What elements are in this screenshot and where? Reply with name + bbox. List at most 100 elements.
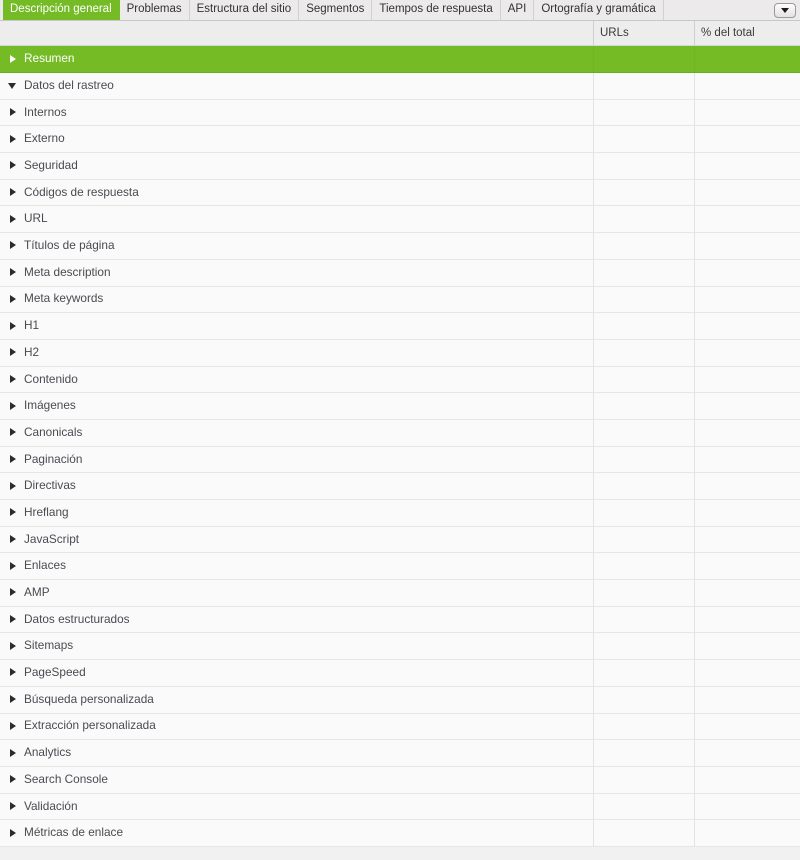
column-header-name[interactable] <box>0 21 594 45</box>
table-row[interactable]: Canonicals <box>0 419 800 447</box>
row-name-cell[interactable]: JavaScript <box>0 526 594 553</box>
table-row[interactable]: JavaScript <box>0 526 800 554</box>
table-row[interactable]: Externo <box>0 126 800 154</box>
table-row[interactable]: Validación <box>0 793 800 821</box>
table-row[interactable]: Resumen <box>0 46 800 73</box>
table-row[interactable]: Hreflang <box>0 500 800 527</box>
row-name-cell[interactable]: Seguridad <box>0 153 594 179</box>
tab-item-4[interactable]: Tiempos de respuesta <box>372 0 501 20</box>
row-name-cell[interactable]: Contenido <box>0 366 594 393</box>
triangle-right-icon[interactable] <box>8 187 19 198</box>
triangle-right-icon[interactable] <box>8 774 19 785</box>
triangle-right-icon[interactable] <box>8 641 19 652</box>
table-row[interactable]: AMP <box>0 580 800 607</box>
tab-item-1[interactable]: Problemas <box>119 0 190 20</box>
triangle-right-icon[interactable] <box>8 694 19 705</box>
table-row[interactable]: Meta description <box>0 259 800 287</box>
triangle-right-icon[interactable] <box>8 240 19 251</box>
triangle-down-icon[interactable] <box>8 80 19 91</box>
row-name-cell[interactable]: AMP <box>0 580 594 606</box>
row-name-cell[interactable]: Datos del rastreo <box>0 73 594 99</box>
triangle-right-icon[interactable] <box>8 427 19 438</box>
triangle-right-icon[interactable] <box>8 214 19 225</box>
table-row[interactable]: Datos estructurados <box>0 606 800 634</box>
table-row[interactable]: Títulos de página <box>0 233 800 260</box>
table-row[interactable]: Métricas de enlace <box>0 820 800 847</box>
row-name-cell[interactable]: H2 <box>0 339 594 366</box>
tab-item-2[interactable]: Estructura del sitio <box>189 0 300 20</box>
tab-item-5[interactable]: API <box>500 0 535 20</box>
triangle-right-icon[interactable] <box>8 587 19 598</box>
table-row[interactable]: Códigos de respuesta <box>0 179 800 207</box>
table-row[interactable]: URL <box>0 206 800 234</box>
table-row[interactable]: Búsqueda personalizada <box>0 686 800 714</box>
row-name-cell[interactable]: Códigos de respuesta <box>0 179 594 206</box>
tab-item-3[interactable]: Segmentos <box>299 0 373 20</box>
row-name-cell[interactable]: Paginación <box>0 446 594 473</box>
triangle-right-icon[interactable] <box>8 721 19 732</box>
row-name-cell[interactable]: Validación <box>0 793 594 820</box>
triangle-right-icon[interactable] <box>8 507 19 518</box>
triangle-right-icon[interactable] <box>8 828 19 839</box>
tab-item-6[interactable]: Ortografía y gramática <box>534 0 664 20</box>
row-name-cell[interactable]: Internos <box>0 99 594 126</box>
triangle-right-icon[interactable] <box>8 347 19 358</box>
table-row[interactable]: Paginación <box>0 446 800 474</box>
row-name-cell[interactable]: Sitemaps <box>0 633 594 660</box>
row-name-cell[interactable]: Búsqueda personalizada <box>0 686 594 713</box>
row-name-cell[interactable]: Extracción personalizada <box>0 713 594 740</box>
column-header-percent[interactable]: % del total <box>695 21 800 45</box>
row-name-cell[interactable]: Meta keywords <box>0 286 594 313</box>
row-name-cell[interactable]: Títulos de página <box>0 233 594 259</box>
table-row[interactable]: Seguridad <box>0 153 800 180</box>
tab-overflow-button[interactable] <box>774 2 796 18</box>
triangle-right-icon[interactable] <box>8 534 19 545</box>
row-name-cell[interactable]: Resumen <box>0 46 594 72</box>
triangle-right-icon[interactable] <box>8 614 19 625</box>
table-row[interactable]: Meta keywords <box>0 286 800 314</box>
row-name-cell[interactable]: Datos estructurados <box>0 606 594 633</box>
table-row[interactable]: Imágenes <box>0 393 800 420</box>
table-row[interactable]: Sitemaps <box>0 633 800 661</box>
row-name-cell[interactable]: Enlaces <box>0 553 594 580</box>
triangle-right-icon[interactable] <box>8 267 19 278</box>
table-row[interactable]: PageSpeed <box>0 660 800 687</box>
triangle-right-icon[interactable] <box>8 801 19 812</box>
table-row[interactable]: H1 <box>0 313 800 340</box>
triangle-right-icon[interactable] <box>8 160 19 171</box>
triangle-right-icon[interactable] <box>8 107 19 118</box>
triangle-right-icon[interactable] <box>8 294 19 305</box>
table-row[interactable]: Datos del rastreo <box>0 73 800 100</box>
row-name-cell[interactable]: Imágenes <box>0 393 594 419</box>
table-row[interactable]: Contenido <box>0 366 800 394</box>
table-row[interactable]: Search Console <box>0 766 800 794</box>
triangle-right-icon[interactable] <box>8 54 19 65</box>
tab-active-0[interactable]: Descripción general <box>3 0 120 20</box>
row-name-cell[interactable]: Hreflang <box>0 500 594 526</box>
row-name-cell[interactable]: Externo <box>0 126 594 153</box>
triangle-right-icon[interactable] <box>8 561 19 572</box>
triangle-right-icon[interactable] <box>8 748 19 759</box>
table-row[interactable]: H2 <box>0 339 800 367</box>
row-name-cell[interactable]: Canonicals <box>0 419 594 446</box>
triangle-right-icon[interactable] <box>8 401 19 412</box>
row-name-cell[interactable]: Métricas de enlace <box>0 820 594 846</box>
table-row[interactable]: Analytics <box>0 740 800 767</box>
triangle-right-icon[interactable] <box>8 134 19 145</box>
triangle-right-icon[interactable] <box>8 667 19 678</box>
row-name-cell[interactable]: Analytics <box>0 740 594 766</box>
row-name-cell[interactable]: H1 <box>0 313 594 339</box>
triangle-right-icon[interactable] <box>8 454 19 465</box>
column-header-urls[interactable]: URLs <box>594 21 695 45</box>
table-row[interactable]: Directivas <box>0 473 800 500</box>
row-name-cell[interactable]: URL <box>0 206 594 233</box>
triangle-right-icon[interactable] <box>8 481 19 492</box>
triangle-right-icon[interactable] <box>8 321 19 332</box>
table-row[interactable]: Extracción personalizada <box>0 713 800 741</box>
row-name-cell[interactable]: Directivas <box>0 473 594 499</box>
table-row[interactable]: Internos <box>0 99 800 127</box>
row-name-cell[interactable]: Meta description <box>0 259 594 286</box>
row-name-cell[interactable]: Search Console <box>0 766 594 793</box>
table-row[interactable]: Enlaces <box>0 553 800 581</box>
triangle-right-icon[interactable] <box>8 374 19 385</box>
